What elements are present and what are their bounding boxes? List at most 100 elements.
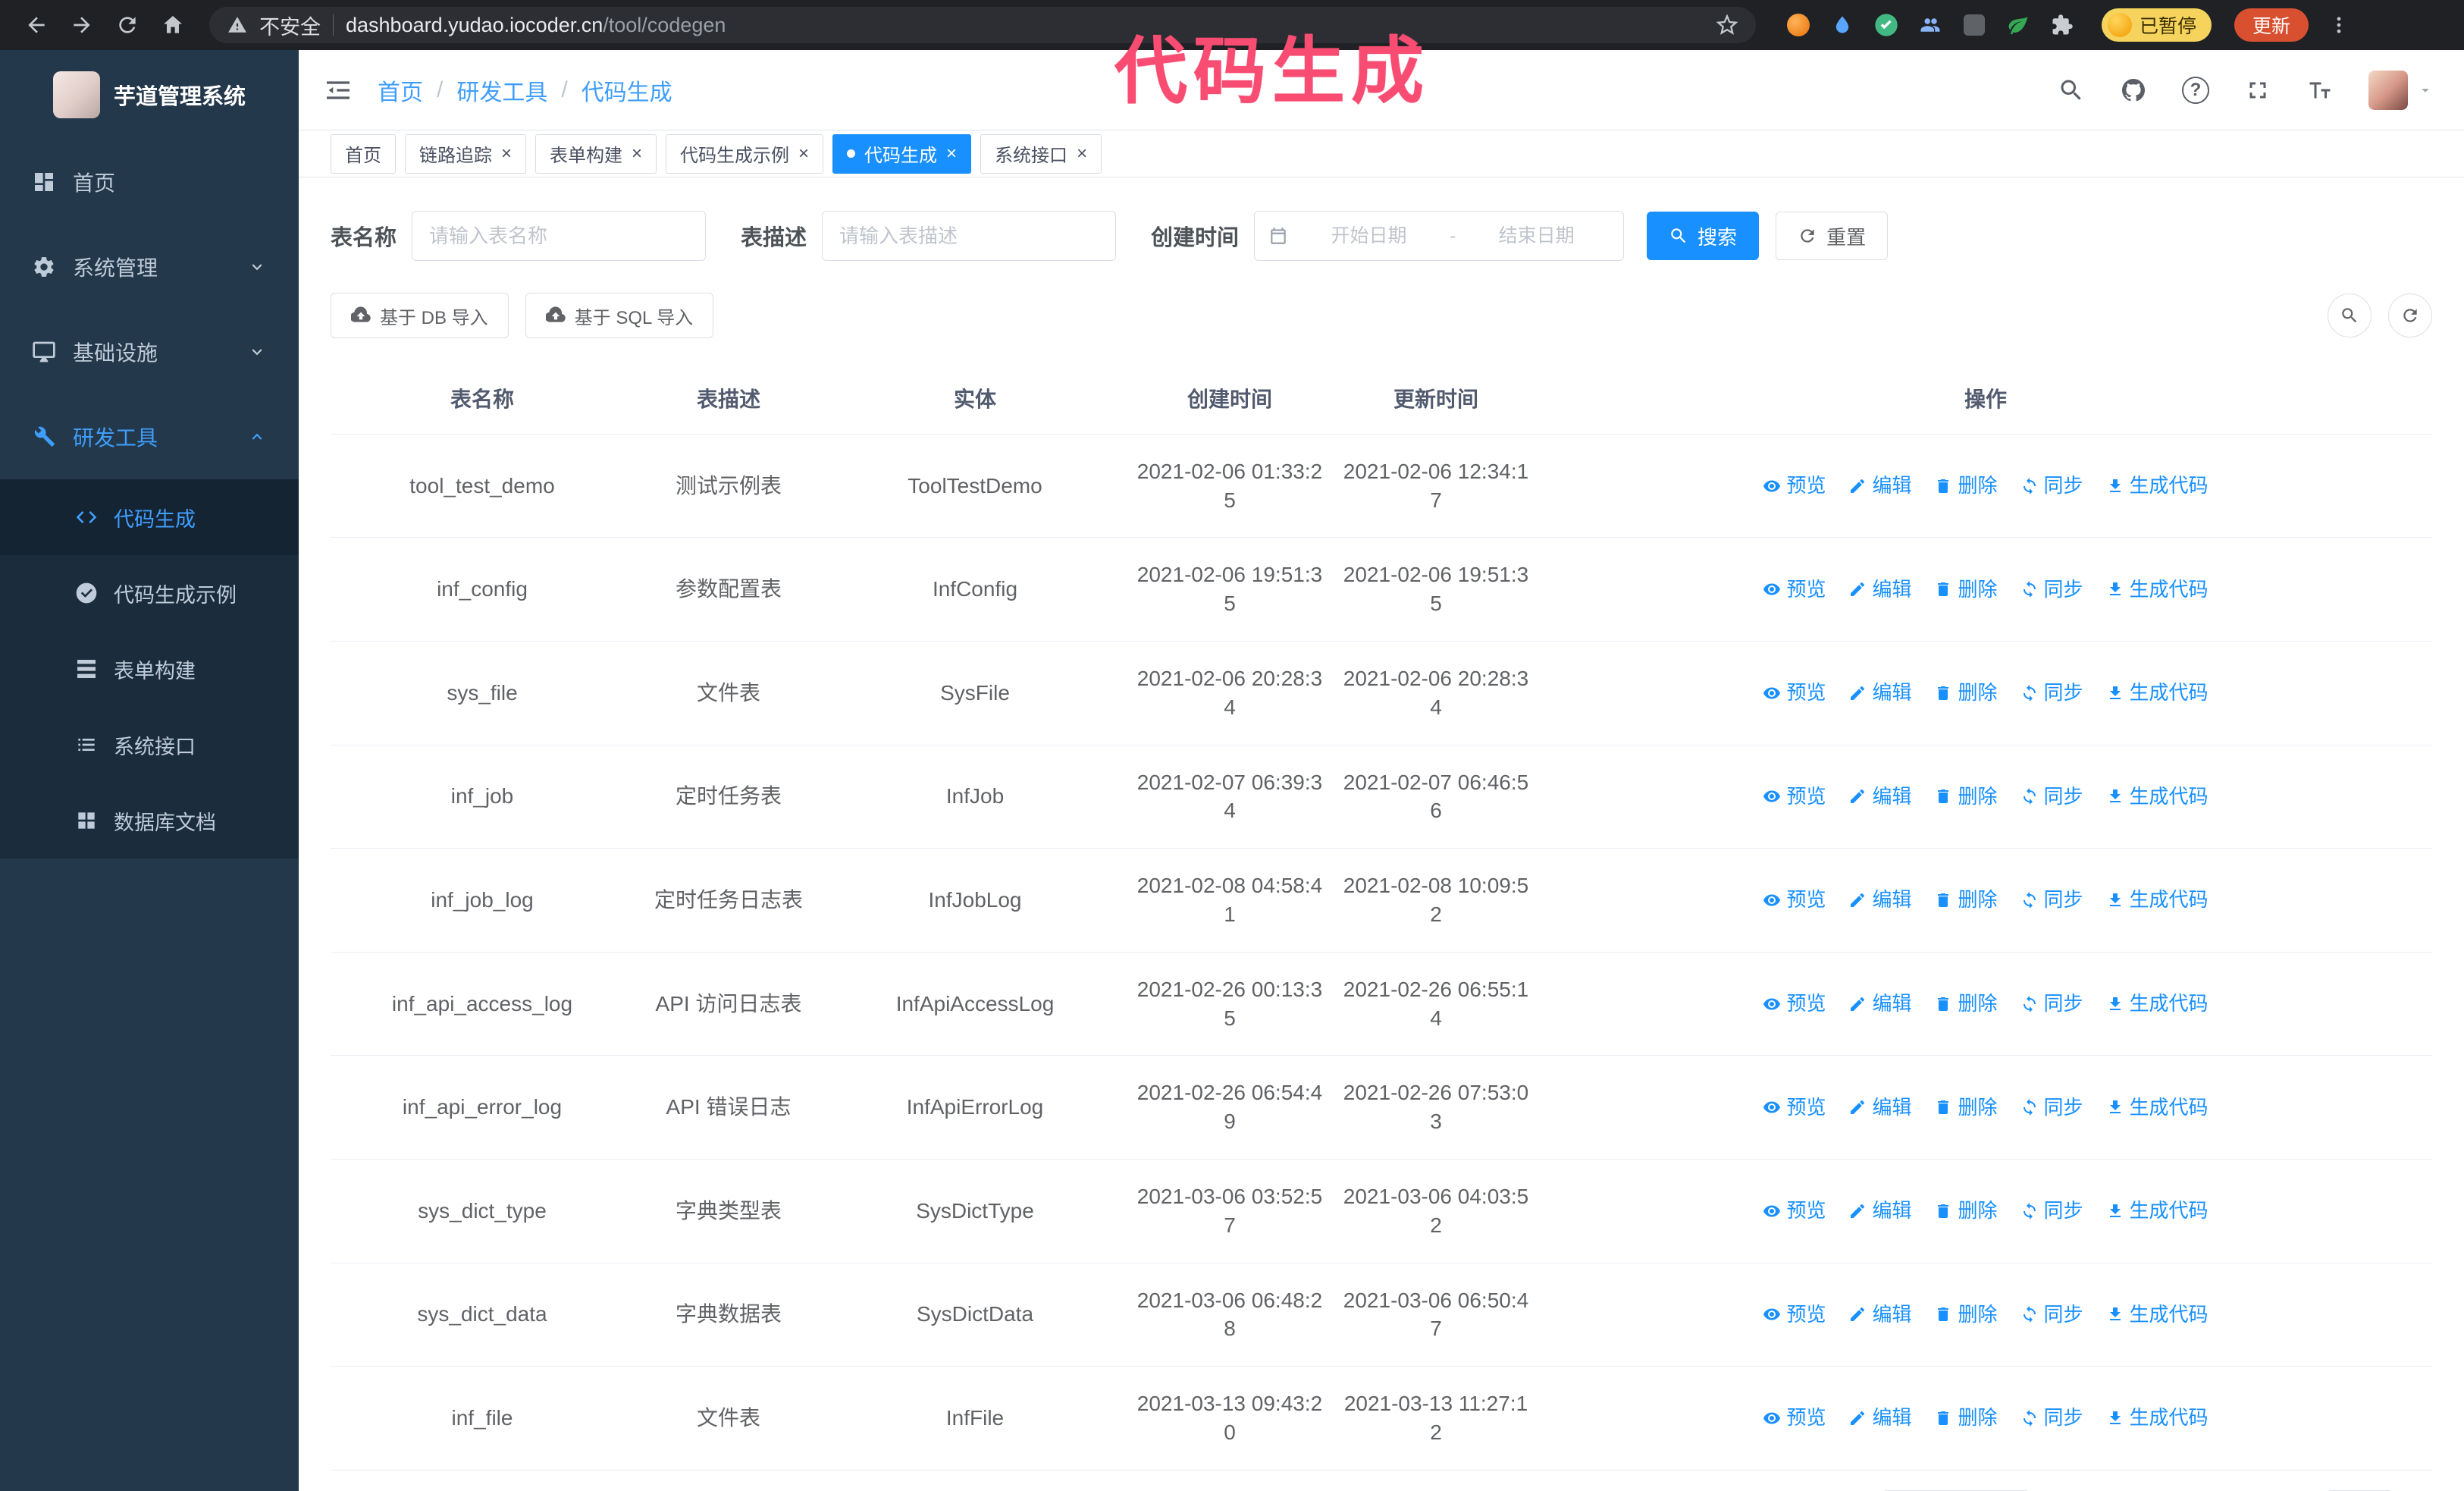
action-delete[interactable]: 删除	[1934, 1198, 1998, 1224]
sidebar-subitem-form-builder[interactable]: 表单构建	[0, 631, 299, 707]
action-delete[interactable]: 删除	[1934, 472, 1998, 499]
extension-vue-icon[interactable]	[1873, 11, 1900, 39]
github-icon[interactable]	[2120, 77, 2147, 104]
action-preview[interactable]: 预览	[1763, 783, 1826, 810]
tab-close-icon[interactable]: ×	[1077, 144, 1087, 163]
search-icon[interactable]	[2058, 77, 2085, 104]
sidebar-subitem-db-doc[interactable]: 数据库文档	[0, 783, 299, 859]
tab-codegen[interactable]: 代码生成 ×	[832, 133, 972, 174]
breadcrumb-item[interactable]: 首页	[378, 74, 423, 107]
action-sync[interactable]: 同步	[2020, 472, 2083, 499]
sidebar-subitem-codegen[interactable]: 代码生成	[0, 479, 299, 555]
action-sync[interactable]: 同步	[2020, 1094, 2083, 1121]
extension-leaf-icon[interactable]	[2005, 11, 2032, 39]
action-edit[interactable]: 编辑	[1848, 990, 1911, 1017]
action-preview[interactable]: 预览	[1763, 887, 1826, 913]
action-sync[interactable]: 同步	[2020, 1198, 2083, 1224]
app-logo[interactable]: 芋道管理系统	[0, 50, 299, 140]
tab-form-builder[interactable]: 表单构建 ×	[535, 133, 657, 174]
action-delete[interactable]: 删除	[1934, 990, 1998, 1017]
action-delete[interactable]: 删除	[1934, 576, 1998, 603]
bookmark-star-icon[interactable]	[1716, 14, 1738, 36]
action-preview[interactable]: 预览	[1763, 472, 1826, 499]
url-bar[interactable]: 不安全 dashboard.yudao.iocoder.cn/tool/code…	[209, 7, 1756, 43]
action-delete[interactable]: 删除	[1934, 680, 1998, 706]
home-icon[interactable]	[156, 8, 190, 42]
action-generate-code[interactable]: 生成代码	[2106, 887, 2209, 913]
tab-api[interactable]: 系统接口 ×	[980, 133, 1102, 174]
import-sql-button[interactable]: 基于 SQL 导入	[525, 293, 714, 338]
action-delete[interactable]: 删除	[1934, 1301, 1998, 1328]
action-generate-code[interactable]: 生成代码	[2106, 680, 2209, 706]
reload-icon[interactable]	[111, 8, 144, 42]
table-desc-input[interactable]	[822, 211, 1117, 261]
search-button[interactable]: 搜索	[1647, 212, 1760, 260]
action-preview[interactable]: 预览	[1763, 576, 1826, 603]
chrome-menu-icon[interactable]	[2328, 14, 2350, 36]
table-name-input[interactable]	[412, 211, 707, 261]
action-edit[interactable]: 编辑	[1848, 1405, 1911, 1431]
action-preview[interactable]: 预览	[1763, 1405, 1826, 1431]
tab-close-icon[interactable]: ×	[501, 144, 512, 163]
action-generate-code[interactable]: 生成代码	[2106, 472, 2209, 499]
date-end-input[interactable]	[1463, 224, 1610, 247]
action-edit[interactable]: 编辑	[1848, 576, 1911, 603]
help-icon[interactable]: ?	[2182, 76, 2209, 104]
action-edit[interactable]: 编辑	[1848, 1198, 1911, 1224]
action-generate-code[interactable]: 生成代码	[2106, 783, 2209, 810]
action-sync[interactable]: 同步	[2020, 680, 2083, 706]
sidebar-item-system[interactable]: 系统管理	[0, 224, 299, 309]
action-delete[interactable]: 删除	[1934, 887, 1998, 913]
action-delete[interactable]: 删除	[1934, 783, 1998, 810]
action-preview[interactable]: 预览	[1763, 680, 1826, 706]
action-delete[interactable]: 删除	[1934, 1094, 1998, 1121]
action-edit[interactable]: 编辑	[1848, 680, 1911, 706]
tab-tracing[interactable]: 链路追踪 ×	[405, 133, 527, 174]
action-preview[interactable]: 预览	[1763, 990, 1826, 1017]
action-delete[interactable]: 删除	[1934, 1405, 1998, 1431]
action-edit[interactable]: 编辑	[1848, 1301, 1911, 1328]
date-start-input[interactable]	[1296, 224, 1442, 247]
sidebar-subitem-codegen-example[interactable]: 代码生成示例	[0, 555, 299, 631]
user-menu[interactable]	[2368, 70, 2434, 110]
sidebar-item-devtools[interactable]: 研发工具	[0, 394, 299, 479]
tab-close-icon[interactable]: ×	[632, 144, 642, 163]
action-preview[interactable]: 预览	[1763, 1198, 1826, 1224]
action-generate-code[interactable]: 生成代码	[2106, 1301, 2209, 1328]
tab-close-icon[interactable]: ×	[946, 144, 957, 163]
fullscreen-icon[interactable]	[2244, 77, 2271, 104]
extension-orange-icon[interactable]	[1785, 11, 1812, 39]
back-icon[interactable]	[20, 8, 53, 42]
reset-button[interactable]: 重置	[1776, 212, 1889, 260]
chrome-update-button[interactable]: 更新	[2234, 8, 2309, 42]
tab-home[interactable]: 首页	[331, 133, 396, 174]
breadcrumb-item[interactable]: 研发工具	[456, 74, 547, 107]
action-preview[interactable]: 预览	[1763, 1301, 1826, 1328]
forward-icon[interactable]	[65, 8, 99, 42]
sync-paused-badge[interactable]: 已暂停	[2102, 8, 2212, 42]
sidebar-item-infra[interactable]: 基础设施	[0, 309, 299, 394]
action-sync[interactable]: 同步	[2020, 783, 2083, 810]
sidebar-collapse-icon[interactable]	[299, 75, 378, 105]
extension-dark-icon[interactable]	[1961, 11, 1988, 39]
action-sync[interactable]: 同步	[2020, 576, 2083, 603]
action-generate-code[interactable]: 生成代码	[2106, 1094, 2209, 1121]
action-sync[interactable]: 同步	[2020, 1301, 2083, 1328]
extensions-puzzle-icon[interactable]	[2049, 11, 2076, 39]
font-size-icon[interactable]	[2306, 77, 2334, 104]
action-edit[interactable]: 编辑	[1848, 1094, 1911, 1121]
action-generate-code[interactable]: 生成代码	[2106, 1198, 2209, 1224]
action-sync[interactable]: 同步	[2020, 887, 2083, 913]
action-generate-code[interactable]: 生成代码	[2106, 576, 2209, 603]
sidebar-subitem-api[interactable]: 系统接口	[0, 707, 299, 783]
action-edit[interactable]: 编辑	[1848, 887, 1911, 913]
sidebar-item-home[interactable]: 首页	[0, 140, 299, 224]
action-edit[interactable]: 编辑	[1848, 783, 1911, 810]
import-db-button[interactable]: 基于 DB 导入	[331, 293, 509, 338]
tab-close-icon[interactable]: ×	[798, 144, 809, 163]
toggle-search-button[interactable]	[2328, 293, 2372, 337]
action-generate-code[interactable]: 生成代码	[2106, 1405, 2209, 1431]
action-preview[interactable]: 预览	[1763, 1094, 1826, 1121]
refresh-table-button[interactable]	[2388, 293, 2432, 337]
action-sync[interactable]: 同步	[2020, 1405, 2083, 1431]
